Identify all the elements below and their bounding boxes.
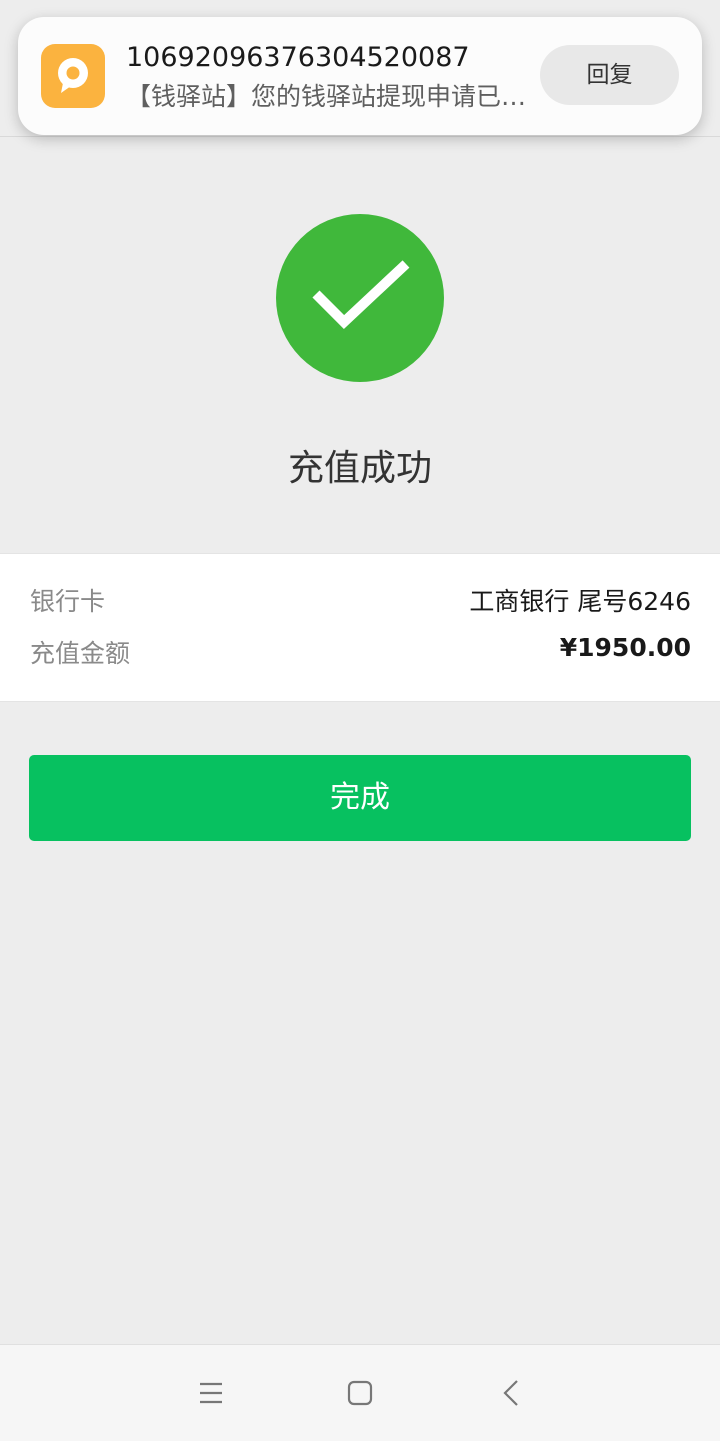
back-chevron-icon[interactable] — [492, 1373, 532, 1413]
system-navigation-bar — [0, 1344, 720, 1441]
notification-message: 【钱驿站】您的钱驿站提现申请已打款.. — [126, 82, 538, 111]
amount-label: 充值金额 — [30, 639, 131, 668]
message-bubble-icon — [41, 44, 105, 108]
bank-card-label: 银行卡 — [30, 587, 106, 616]
notification-sender: 10692096376304520087 — [126, 42, 470, 73]
success-title: 充值成功 — [287, 448, 432, 489]
reply-button[interactable]: 回复 — [540, 45, 679, 105]
done-button[interactable]: 完成 — [29, 755, 691, 841]
amount-value: ¥1950.00 — [559, 633, 691, 662]
bank-card-value: 工商银行 尾号6246 — [469, 587, 691, 616]
home-square-icon[interactable] — [340, 1373, 380, 1413]
success-check-icon — [276, 214, 444, 382]
sms-notification-banner[interactable]: 10692096376304520087 【钱驿站】您的钱驿站提现申请已打款..… — [18, 17, 702, 135]
menu-icon[interactable] — [191, 1373, 231, 1413]
details-card: 银行卡 工商银行 尾号6246 充值金额 ¥1950.00 — [0, 553, 720, 702]
